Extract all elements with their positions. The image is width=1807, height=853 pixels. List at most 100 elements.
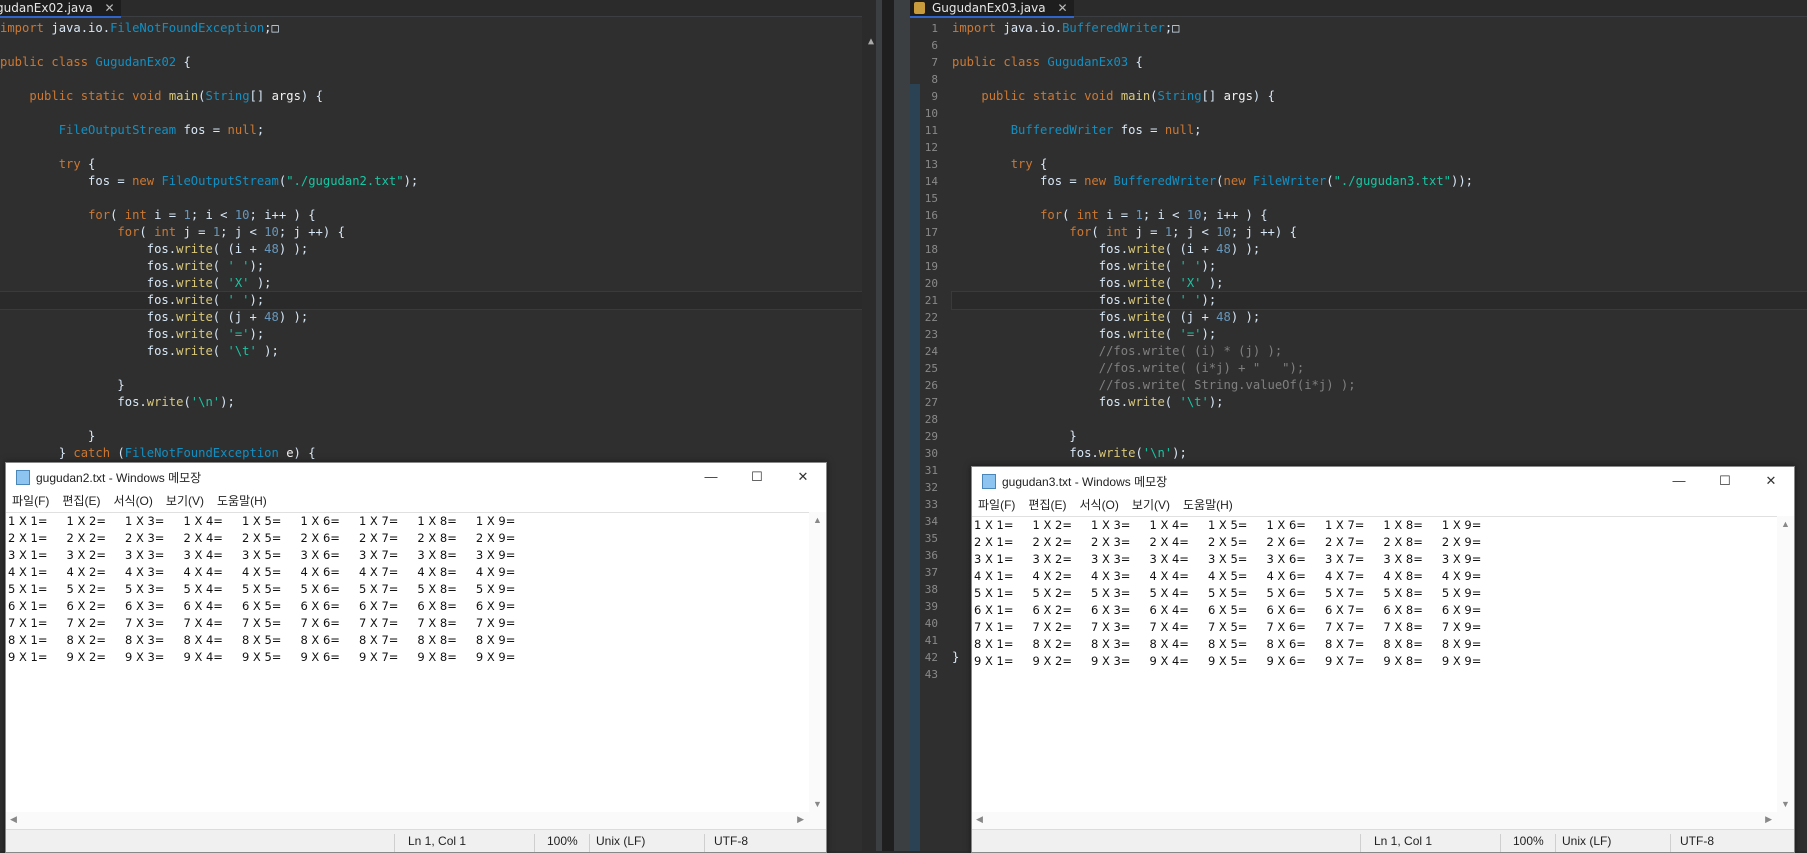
line-ending: Unix (LF)	[1562, 834, 1612, 848]
menu-help[interactable]: 도움말(H)	[217, 492, 267, 509]
editor-split-divider[interactable]	[876, 0, 910, 851]
code-line[interactable]: fos.write('\n');	[0, 394, 876, 411]
code-line[interactable]: for( int j = 1; j < 10; j ++) {	[0, 224, 876, 241]
code-line[interactable]: fos.write( (j + 48) );	[952, 309, 1807, 326]
code-line[interactable]: fos.write( '\t');	[952, 394, 1807, 411]
line-number: 19	[924, 260, 938, 273]
zoom-level: 100%	[547, 834, 578, 848]
scroll-up-icon[interactable]: ▲	[868, 36, 874, 47]
code-line[interactable]: fos.write( '=');	[0, 326, 876, 343]
code-line[interactable]: fos.write('\n');	[952, 445, 1807, 462]
horizontal-scrollbar[interactable]: ◀ ▶	[6, 812, 826, 830]
tab-close-icon[interactable]: ✕	[105, 1, 115, 15]
code-line[interactable]: fos.write( (i + 48) );	[952, 241, 1807, 258]
code-line[interactable]: for( int j = 1; j < 10; j ++) {	[952, 224, 1807, 241]
left-editor-scrollbar[interactable]: ▲	[862, 16, 876, 851]
notepad-titlebar[interactable]: gugudan2.txt - Windows 메모장 — ☐ ✕	[6, 463, 826, 490]
line-number: 7	[931, 56, 938, 69]
code-line[interactable]: fos.write( 'X' );	[952, 275, 1807, 292]
code-line[interactable]: fos.write( ' ');	[0, 291, 876, 310]
text-line: 1 X 1= 1 X 2= 1 X 3= 1 X 4= 1 X 5= 1 X 6…	[974, 518, 1482, 532]
notepad-window-gugudan2[interactable]: gugudan2.txt - Windows 메모장 — ☐ ✕ 파일(F) 편…	[5, 462, 827, 853]
code-line[interactable]	[0, 360, 876, 377]
code-line[interactable]: public static void main(String[] args) {	[952, 88, 1807, 105]
close-icon[interactable]: ✕	[780, 463, 826, 490]
left-editor-tab[interactable]: gudanEx02.java ✕	[0, 0, 121, 18]
code-line[interactable]: //fos.write( (i*j) + " ");	[952, 360, 1807, 377]
notepad-text-area[interactable]: 1 X 1= 1 X 2= 1 X 3= 1 X 4= 1 X 5= 1 X 6…	[972, 516, 1777, 812]
code-line[interactable]: fos = new FileOutputStream("./gugudan2.t…	[0, 173, 876, 190]
code-line[interactable]	[952, 190, 1807, 207]
horizontal-scrollbar[interactable]: ◀ ▶	[972, 812, 1794, 830]
code-line[interactable]: public class GugudanEx03 {	[952, 54, 1807, 71]
menu-view[interactable]: 보기(V)	[1132, 496, 1170, 513]
line-number: 42	[924, 651, 938, 664]
code-line[interactable]	[0, 37, 876, 54]
menu-format[interactable]: 서식(O)	[1079, 496, 1118, 513]
code-line[interactable]: fos.write( 'X' );	[0, 275, 876, 292]
code-line[interactable]	[0, 411, 876, 428]
maximize-icon[interactable]: ☐	[1702, 467, 1748, 494]
code-line[interactable]: for( int i = 1; i < 10; i++ ) {	[0, 207, 876, 224]
menu-help[interactable]: 도움말(H)	[1183, 496, 1233, 513]
code-line[interactable]: import java.io.FileNotFoundException;□	[0, 20, 876, 37]
menu-file[interactable]: 파일(F)	[978, 496, 1015, 513]
line-number: 35	[924, 532, 938, 545]
line-number: 9	[931, 90, 938, 103]
minimize-icon[interactable]: —	[688, 463, 734, 490]
menu-edit[interactable]: 편집(E)	[62, 492, 100, 509]
code-line[interactable]: fos = new BufferedWriter(new FileWriter(…	[952, 173, 1807, 190]
code-line[interactable]	[0, 105, 876, 122]
menu-file[interactable]: 파일(F)	[12, 492, 49, 509]
code-line[interactable]: BufferedWriter fos = null;	[952, 122, 1807, 139]
text-line: 3 X 1= 3 X 2= 3 X 3= 3 X 4= 3 X 5= 3 X 6…	[974, 552, 1482, 566]
code-line[interactable]: FileOutputStream fos = null;	[0, 122, 876, 139]
code-line[interactable]: import java.io.BufferedWriter;□	[952, 20, 1807, 37]
notepad-text-area[interactable]: 1 X 1= 1 X 2= 1 X 3= 1 X 4= 1 X 5= 1 X 6…	[6, 512, 809, 812]
code-line[interactable]	[952, 139, 1807, 156]
vertical-scrollbar[interactable]: ▲ ▼	[1777, 516, 1794, 812]
maximize-icon[interactable]: ☐	[734, 463, 780, 490]
code-line[interactable]	[0, 71, 876, 88]
code-line[interactable]: fos.write( ' ');	[951, 291, 1807, 310]
notepad-titlebar[interactable]: gugudan3.txt - Windows 메모장 — ☐ ✕	[972, 467, 1794, 494]
vertical-scrollbar[interactable]: ▲ ▼	[809, 512, 826, 812]
code-line[interactable]: public static void main(String[] args) {	[0, 88, 876, 105]
code-line[interactable]: fos.write( (j + 48) );	[0, 309, 876, 326]
code-line[interactable]	[0, 139, 876, 156]
menu-edit[interactable]: 편집(E)	[1028, 496, 1066, 513]
code-line[interactable]: }	[0, 377, 876, 394]
code-line[interactable]	[0, 190, 876, 207]
close-icon[interactable]: ✕	[1748, 467, 1794, 494]
line-number: 15	[924, 192, 938, 205]
code-line[interactable]: fos.write( (i + 48) );	[0, 241, 876, 258]
right-editor-tab[interactable]: GugudanEx03.java ✕	[910, 0, 1074, 18]
code-line[interactable]: //fos.write( (i) * (j) );	[952, 343, 1807, 360]
code-line[interactable]: //fos.write( String.valueOf(i*j) );	[952, 377, 1807, 394]
notepad-title: gugudan2.txt - Windows 메모장	[36, 471, 202, 485]
notepad-window-gugudan3[interactable]: gugudan3.txt - Windows 메모장 — ☐ ✕ 파일(F) 편…	[971, 466, 1795, 853]
menu-view[interactable]: 보기(V)	[166, 492, 204, 509]
code-line[interactable]: fos.write( ' ');	[952, 258, 1807, 275]
code-line[interactable]: fos.write( '=');	[952, 326, 1807, 343]
code-line[interactable]	[952, 37, 1807, 54]
code-line[interactable]: try {	[952, 156, 1807, 173]
code-line[interactable]	[952, 411, 1807, 428]
code-line[interactable]: }	[952, 428, 1807, 445]
line-number: 41	[924, 634, 938, 647]
code-line[interactable]: try {	[0, 156, 876, 173]
code-line[interactable]: public class GugudanEx02 {	[0, 54, 876, 71]
tab-close-icon[interactable]: ✕	[1057, 1, 1067, 15]
minimize-icon[interactable]: —	[1656, 467, 1702, 494]
code-line[interactable]: } catch (FileNotFoundException e) {	[0, 445, 876, 462]
menu-format[interactable]: 서식(O)	[113, 492, 152, 509]
code-line[interactable]	[952, 71, 1807, 88]
line-number: 26	[924, 379, 938, 392]
text-line: 8 X 1= 8 X 2= 8 X 3= 8 X 4= 8 X 5= 8 X 6…	[974, 637, 1482, 651]
code-line[interactable]: for( int i = 1; i < 10; i++ ) {	[952, 207, 1807, 224]
code-line[interactable]: fos.write( ' ');	[0, 258, 876, 275]
code-line[interactable]: fos.write( '\t' );	[0, 343, 876, 360]
left-code-area[interactable]: import java.io.FileNotFoundException;□ pu…	[0, 20, 876, 462]
code-line[interactable]	[952, 105, 1807, 122]
code-line[interactable]: }	[0, 428, 876, 445]
